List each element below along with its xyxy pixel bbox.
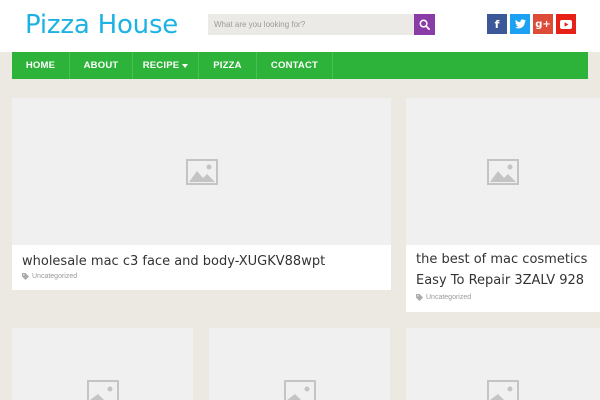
post-thumbnail[interactable] <box>406 98 600 245</box>
site-header: Pizza House f g+ <box>0 0 600 52</box>
post-card <box>209 328 390 400</box>
youtube-icon <box>560 19 572 29</box>
post-meta: Uncategorized <box>416 294 471 301</box>
post-title[interactable]: the best of mac cosmetics Easy To Repair… <box>416 251 587 290</box>
main-nav: HOME ABOUT RECIPE PIZZA CONTACT <box>12 52 588 79</box>
search-button[interactable] <box>414 14 435 35</box>
facebook-button[interactable]: f <box>487 14 507 34</box>
google-plus-icon: g+ <box>535 18 551 30</box>
post-thumbnail[interactable] <box>12 328 193 400</box>
tag-icon <box>416 294 423 301</box>
post-title[interactable]: wholesale mac c3 face and body-XUGKV88wp… <box>22 253 325 271</box>
twitter-button[interactable] <box>510 14 530 34</box>
post-card: the best of mac cosmetics Easy To Repair… <box>406 98 600 312</box>
image-placeholder-icon <box>86 380 119 400</box>
image-placeholder-icon <box>283 380 316 400</box>
post-category[interactable]: Uncategorized <box>32 273 77 280</box>
search-input[interactable] <box>208 14 414 35</box>
nav-item-contact[interactable]: CONTACT <box>257 52 333 79</box>
post-thumbnail[interactable] <box>12 98 391 245</box>
image-placeholder-icon <box>185 158 218 185</box>
post-card: wholesale mac c3 face and body-XUGKV88wp… <box>12 98 391 290</box>
tag-icon <box>22 273 29 280</box>
google-plus-button[interactable]: g+ <box>533 14 553 34</box>
search-icon <box>419 19 430 30</box>
nav-item-recipe[interactable]: RECIPE <box>133 52 199 79</box>
post-category[interactable]: Uncategorized <box>426 294 471 301</box>
chevron-down-icon <box>182 63 189 68</box>
nav-item-pizza[interactable]: PIZZA <box>199 52 257 79</box>
image-placeholder-icon <box>487 380 519 400</box>
post-card <box>406 328 600 400</box>
post-thumbnail[interactable] <box>406 328 600 400</box>
site-title[interactable]: Pizza House <box>25 10 178 40</box>
facebook-icon: f <box>494 17 500 31</box>
post-thumbnail[interactable] <box>209 328 390 400</box>
image-placeholder-icon <box>487 158 519 185</box>
twitter-icon <box>514 19 526 29</box>
nav-item-about[interactable]: ABOUT <box>70 52 133 79</box>
youtube-button[interactable] <box>556 14 576 34</box>
post-meta: Uncategorized <box>22 273 77 280</box>
nav-item-home[interactable]: HOME <box>12 52 70 79</box>
post-card <box>12 328 193 400</box>
